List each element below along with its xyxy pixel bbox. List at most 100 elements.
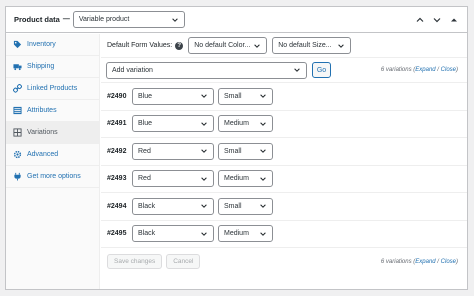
chevron-down-icon bbox=[172, 17, 178, 22]
list-icon bbox=[13, 106, 22, 115]
chevron-down-icon bbox=[294, 68, 300, 72]
default-form-values-row: Default Form Values: ? No default Color.… bbox=[101, 34, 467, 58]
chevron-down-icon bbox=[260, 232, 266, 236]
variation-row[interactable]: #2492 Red Small bbox=[101, 138, 467, 166]
product-type-select[interactable]: Variable product bbox=[72, 11, 185, 28]
variation-size-select[interactable]: Small bbox=[218, 142, 273, 160]
variation-size-value: Small bbox=[224, 202, 242, 210]
help-icon[interactable]: ? bbox=[175, 41, 184, 50]
variation-size-value: Small bbox=[224, 92, 242, 100]
chevron-down-icon bbox=[201, 122, 207, 126]
variation-color-select[interactable]: Blue bbox=[132, 115, 214, 133]
cancel-button[interactable]: Cancel bbox=[166, 254, 201, 269]
variation-color-value: Black bbox=[138, 202, 156, 210]
variations-footer: Save changes Cancel 6 variations (Expand… bbox=[101, 248, 467, 275]
tab-attributes-label: Attributes bbox=[27, 107, 57, 114]
tab-variations[interactable]: Variations bbox=[6, 122, 99, 144]
variation-color-value: Blue bbox=[138, 120, 153, 128]
chevron-down-icon bbox=[201, 232, 207, 236]
default-color-value: No default Color... bbox=[194, 42, 251, 49]
variation-color-value: Black bbox=[138, 230, 156, 238]
collapse-icon[interactable] bbox=[449, 15, 459, 25]
chevron-down-icon bbox=[260, 149, 266, 154]
tag-icon bbox=[13, 40, 22, 49]
chevron-down-icon bbox=[201, 177, 207, 181]
variation-color-value: Red bbox=[138, 175, 151, 183]
variation-color-select[interactable]: Black bbox=[132, 225, 214, 243]
tab-shipping[interactable]: Shipping bbox=[6, 56, 99, 78]
expand-link[interactable]: Expand bbox=[415, 259, 435, 265]
variations-count: 6 variations bbox=[380, 67, 412, 73]
panel-header: Product data — Variable product bbox=[6, 7, 467, 33]
variation-id: #2494 bbox=[107, 202, 127, 210]
truck-icon bbox=[13, 62, 22, 71]
chevron-down-icon bbox=[260, 94, 266, 99]
variation-row[interactable]: #2495 Black Medium bbox=[101, 221, 467, 248]
variation-color-select[interactable]: Black bbox=[132, 197, 214, 215]
variation-id: #2493 bbox=[107, 175, 127, 183]
variation-row[interactable]: #2491 Blue Medium bbox=[101, 111, 467, 138]
tab-variations-label: Variations bbox=[27, 129, 58, 136]
tab-advanced[interactable]: Advanced bbox=[6, 144, 99, 166]
variation-color-value: Blue bbox=[138, 92, 153, 100]
variation-row[interactable]: #2493 Red Medium bbox=[101, 166, 467, 193]
tab-linked-products[interactable]: Linked Products bbox=[6, 78, 99, 100]
move-up-icon[interactable] bbox=[415, 15, 425, 25]
tab-advanced-label: Advanced bbox=[27, 151, 59, 158]
variation-action-value: Add variation bbox=[112, 66, 153, 74]
variation-size-select[interactable]: Small bbox=[218, 197, 273, 215]
variations-panel: Default Form Values: ? No default Color.… bbox=[101, 34, 467, 289]
chevron-down-icon bbox=[254, 43, 261, 48]
add-variation-row: Add variation Go 6 variations (Expand / … bbox=[101, 58, 467, 83]
variation-color-select[interactable]: Blue bbox=[132, 87, 214, 105]
variation-color-select[interactable]: Red bbox=[132, 170, 214, 188]
variation-color-value: Red bbox=[138, 147, 151, 155]
variation-size-select[interactable]: Medium bbox=[218, 115, 273, 133]
default-size-value: No default Size... bbox=[278, 42, 332, 49]
variation-color-select[interactable]: Red bbox=[132, 142, 214, 160]
tab-shipping-label: Shipping bbox=[27, 63, 55, 70]
default-form-values-label: Default Form Values: bbox=[107, 42, 173, 49]
chevron-down-icon bbox=[260, 122, 266, 126]
chevron-down-icon bbox=[338, 43, 345, 48]
tab-attributes[interactable]: Attributes bbox=[6, 100, 99, 122]
product-type-value: Variable product bbox=[78, 16, 130, 23]
grid-icon bbox=[13, 128, 22, 137]
variation-list: #2490 Blue Small #2491 Blue Medium #2492 Red Sma… bbox=[101, 83, 467, 248]
default-color-select[interactable]: No default Color... bbox=[188, 37, 268, 54]
variation-row[interactable]: #2490 Blue Small bbox=[101, 83, 467, 111]
tab-get-more-options[interactable]: Get more options bbox=[6, 166, 99, 188]
variation-size-value: Medium bbox=[224, 120, 249, 128]
counter-paren-close: ) bbox=[456, 67, 458, 73]
default-size-select[interactable]: No default Size... bbox=[272, 37, 352, 54]
expand-link[interactable]: Expand bbox=[415, 67, 435, 73]
chevron-down-icon bbox=[260, 177, 266, 181]
variation-id: #2495 bbox=[107, 230, 127, 238]
variation-row[interactable]: #2494 Black Small bbox=[101, 193, 467, 221]
variation-action-select[interactable]: Add variation bbox=[106, 61, 307, 79]
tab-inventory[interactable]: Inventory bbox=[6, 34, 99, 56]
title-separator: — bbox=[62, 16, 70, 23]
variation-size-select[interactable]: Small bbox=[218, 87, 273, 105]
product-data-panel: Product data — Variable product Inventor… bbox=[5, 6, 468, 290]
variation-size-value: Small bbox=[224, 147, 242, 155]
tab-get-more-options-label: Get more options bbox=[27, 173, 81, 180]
variations-count: 6 variations bbox=[380, 258, 412, 265]
close-link[interactable]: Close bbox=[441, 259, 456, 265]
go-button[interactable]: Go bbox=[312, 62, 331, 78]
variation-size-value: Medium bbox=[224, 230, 249, 238]
counter-paren-close: ) bbox=[456, 258, 458, 265]
variation-id: #2491 bbox=[107, 120, 127, 128]
variation-size-select[interactable]: Medium bbox=[218, 225, 273, 243]
variation-id: #2492 bbox=[107, 147, 127, 155]
variation-size-select[interactable]: Medium bbox=[218, 170, 273, 188]
product-data-tabs: Inventory Shipping Linked Products Attri… bbox=[6, 34, 100, 289]
variations-counter-bottom: 6 variations (Expand / Close) bbox=[381, 259, 458, 265]
chevron-down-icon bbox=[201, 94, 207, 99]
move-down-icon[interactable] bbox=[432, 15, 442, 25]
variation-id: #2490 bbox=[107, 92, 127, 100]
gear-icon bbox=[13, 150, 22, 159]
close-link[interactable]: Close bbox=[441, 67, 456, 73]
tab-linked-products-label: Linked Products bbox=[27, 85, 78, 92]
save-changes-button[interactable]: Save changes bbox=[107, 254, 163, 269]
